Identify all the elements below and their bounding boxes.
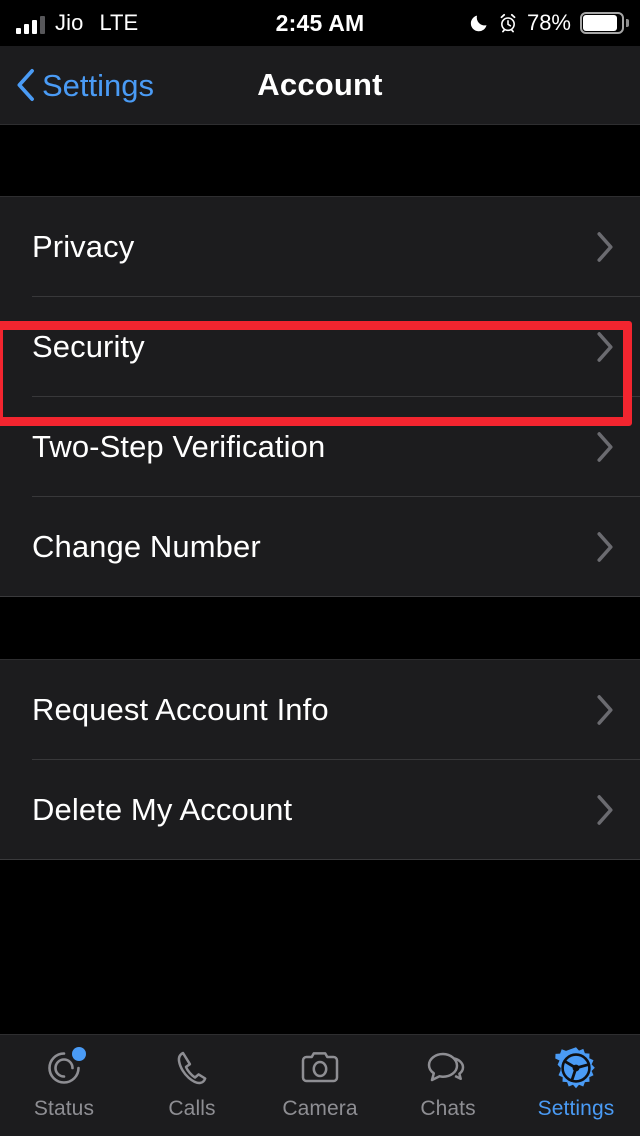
gear-icon [551, 1043, 601, 1093]
tab-label: Camera [282, 1097, 358, 1120]
list-item-change-number[interactable]: Change Number [0, 497, 640, 596]
chevron-right-icon [597, 231, 613, 262]
phone-icon [167, 1043, 217, 1093]
status-badge-dot [72, 1047, 86, 1061]
list-item-label: Two-Step Verification [32, 428, 326, 464]
list-item-label: Request Account Info [32, 691, 329, 727]
signal-bars-icon [16, 16, 45, 34]
network-type: LTE [99, 10, 139, 35]
app-screen: Jio LTE 2:45 AM 78% Settings Account Pri… [0, 0, 640, 1136]
list-item-delete-my-account[interactable]: Delete My Account [0, 760, 640, 859]
list-item-request-account-info[interactable]: Request Account Info [0, 660, 640, 759]
list-item-label: Security [32, 328, 145, 364]
chevron-right-icon [597, 794, 613, 825]
chat-bubbles-icon [423, 1043, 473, 1093]
tab-label: Calls [168, 1097, 216, 1120]
page-title: Account [257, 67, 383, 102]
settings-list: Privacy Security Two-Step Verification C… [0, 125, 640, 1034]
tab-settings[interactable]: Settings [512, 1043, 640, 1121]
list-item-privacy[interactable]: Privacy [0, 197, 640, 296]
tab-calls[interactable]: Calls [128, 1043, 256, 1121]
camera-icon [295, 1043, 345, 1093]
tab-label: Status [33, 1097, 95, 1120]
chevron-right-icon [597, 694, 613, 725]
account-group-primary: Privacy Security Two-Step Verification C… [0, 196, 640, 597]
list-item-two-step-verification[interactable]: Two-Step Verification [0, 397, 640, 496]
account-group-secondary: Request Account Info Delete My Account [0, 659, 640, 860]
tab-label: Chats [420, 1097, 476, 1120]
tab-bar: Status Calls Camera Chats Settings [0, 1034, 640, 1136]
alarm-clock-icon [500, 13, 516, 33]
navigation-bar: Settings Account [0, 46, 640, 125]
status-bar-left: Jio LTE [16, 12, 138, 34]
tab-camera[interactable]: Camera [256, 1043, 384, 1121]
moon-dnd-icon [470, 15, 487, 32]
list-item-label: Change Number [32, 528, 261, 564]
chevron-right-icon [597, 331, 613, 362]
carrier-name: Jio [55, 10, 84, 35]
battery-percent-label: 78% [526, 10, 571, 35]
list-top-spacer [0, 125, 640, 196]
chevron-right-icon [597, 531, 613, 562]
list-item-label: Delete My Account [32, 791, 293, 827]
battery-icon [580, 12, 629, 34]
list-item-label: Privacy [32, 228, 135, 264]
list-item-security[interactable]: Security [0, 297, 640, 396]
tab-status[interactable]: Status [0, 1043, 128, 1121]
group-spacer [0, 597, 640, 659]
tab-label: Settings [537, 1097, 615, 1120]
chevron-right-icon [597, 431, 613, 462]
status-bar-right: 78% [469, 10, 629, 35]
status-bar: Jio LTE 2:45 AM 78% [0, 0, 640, 46]
tab-chats[interactable]: Chats [384, 1043, 512, 1121]
status-rings-icon [39, 1043, 89, 1093]
